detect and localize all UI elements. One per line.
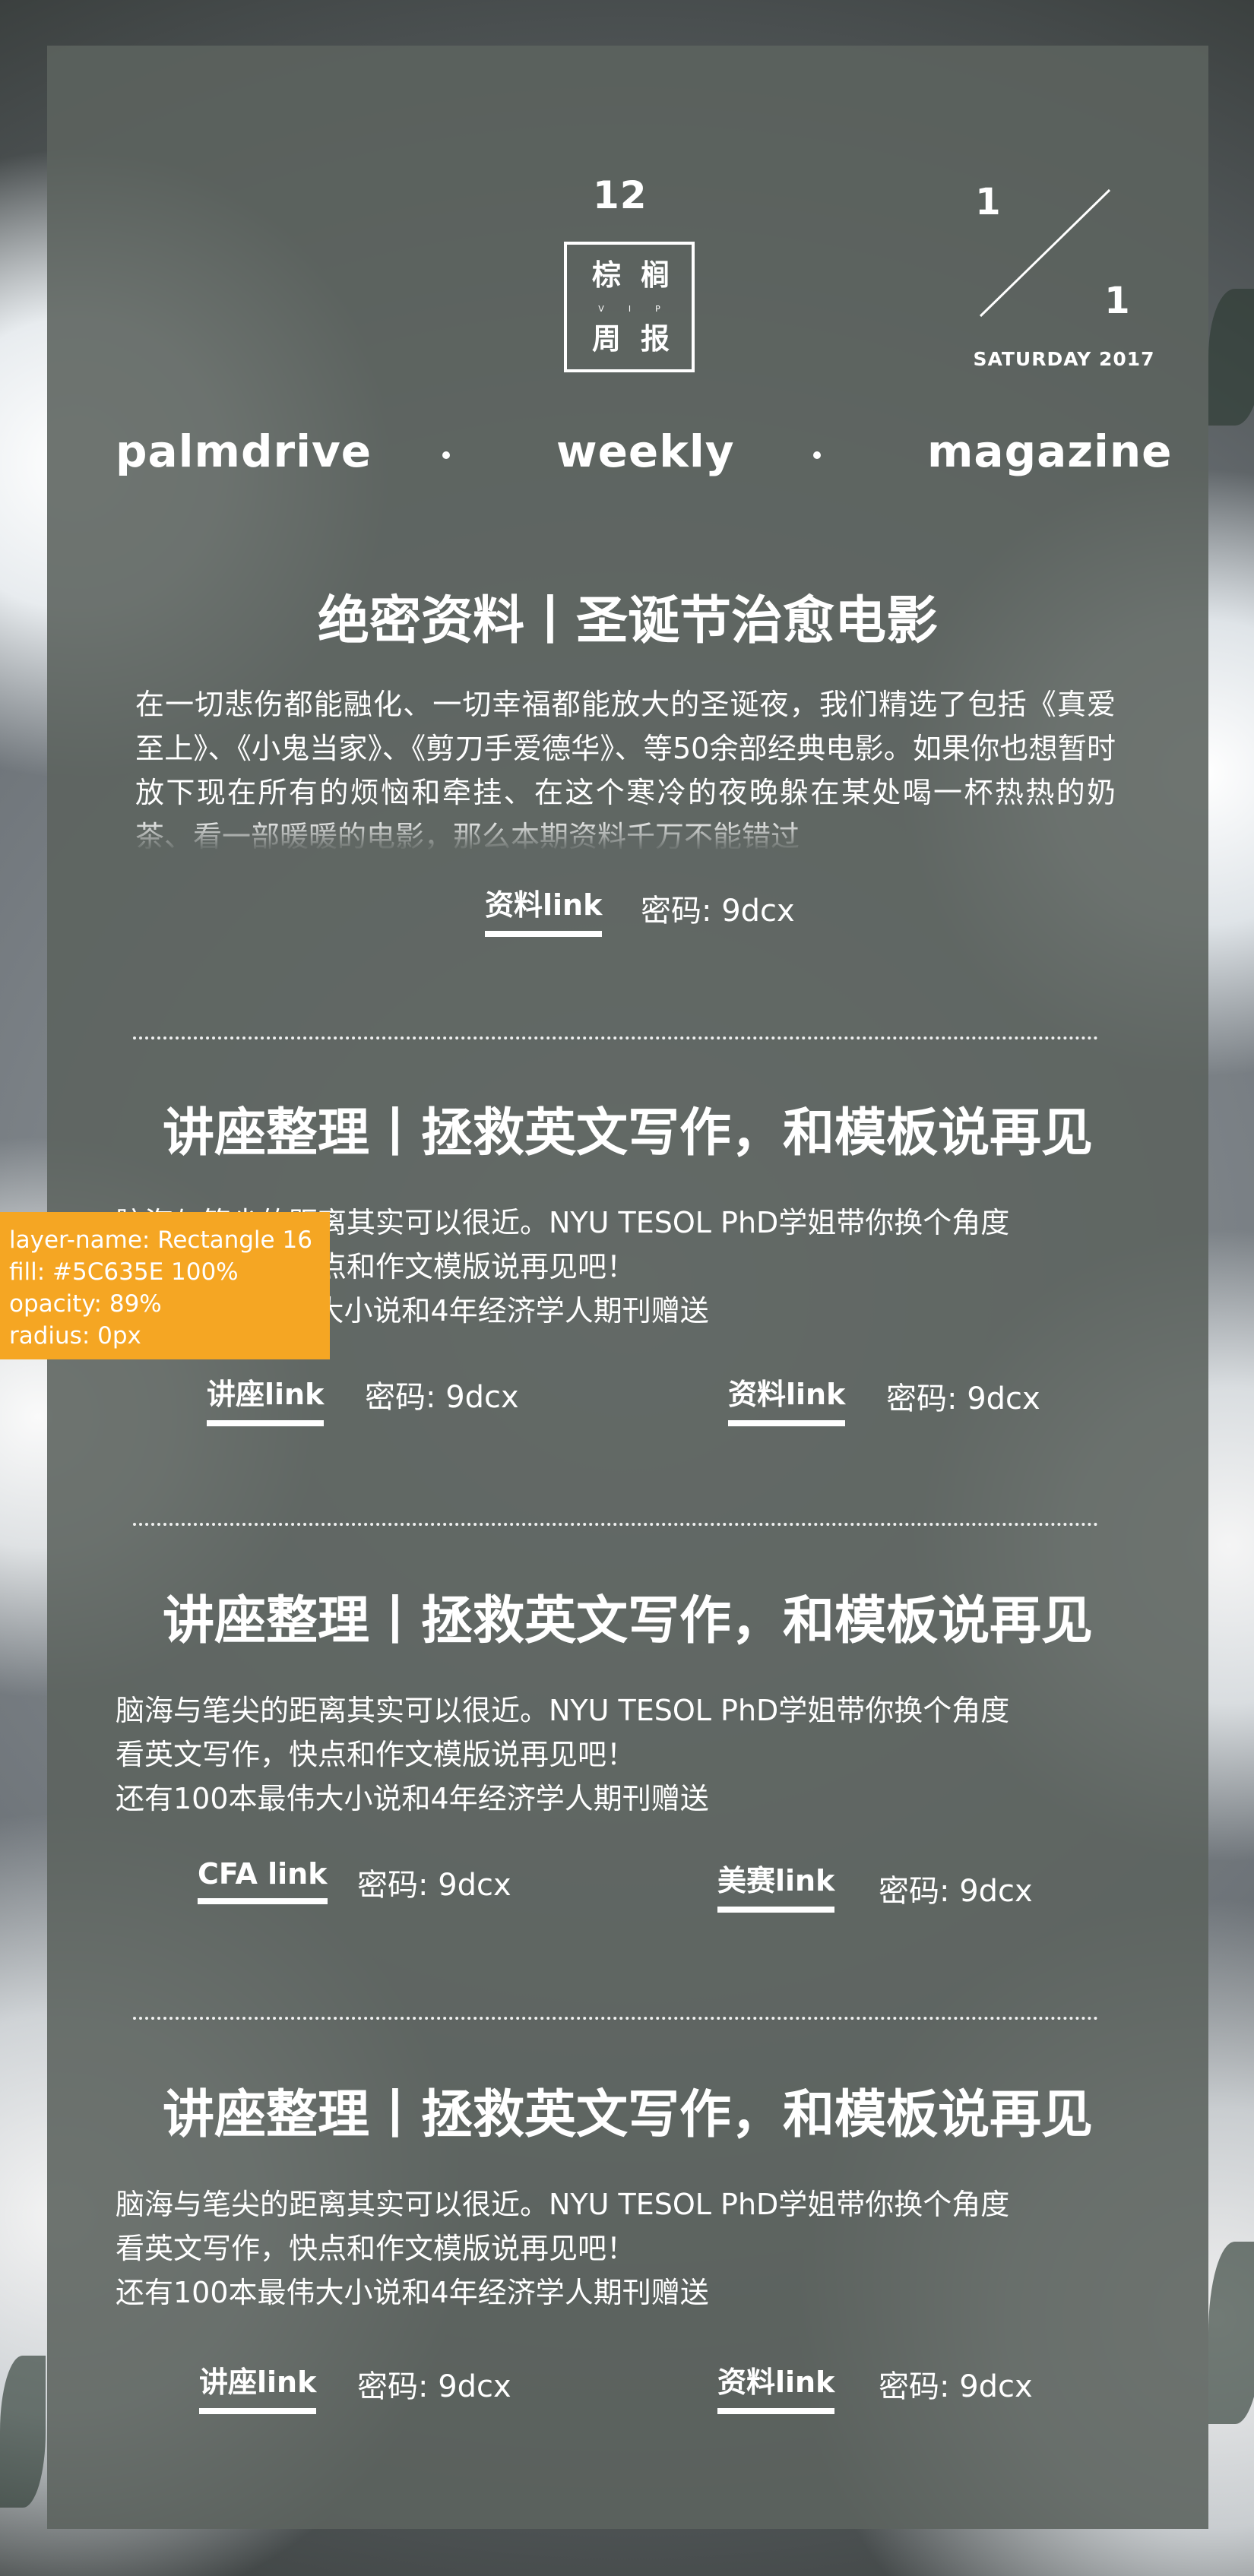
leaf-decoration: [0, 2356, 46, 2508]
dotted-divider: [133, 2017, 1098, 2020]
section-paragraph: 脑海与笔尖的距离其实可以很近。NYU TESOL PhD学姐带你换个角度 看英文…: [116, 1688, 1134, 1821]
paragraph-line: 看英文写作，快点和作文模版说再见吧！: [116, 2232, 636, 2265]
logo-char: 棕: [591, 258, 621, 292]
leaf-decoration: [1208, 2242, 1254, 2424]
issue-number: 12: [593, 173, 648, 217]
section-paragraph: 脑海与笔尖的距离其实可以很近。NYU TESOL PhD学姐带你换个角度 看英文…: [116, 2182, 1134, 2315]
brand-separator-dot: [442, 451, 450, 459]
section-title: 讲座整理丨拯救英文写作，和模板说再见: [162, 1103, 1093, 1163]
brand-palmdrive: palmdrive: [116, 426, 372, 477]
dotted-divider: [133, 1523, 1098, 1526]
resource-link[interactable]: 资料link: [717, 2359, 835, 2414]
brand-magazine: magazine: [927, 426, 1173, 477]
tooltip-layer-name: layer-name: Rectangle 16: [9, 1226, 312, 1254]
section-title: 讲座整理丨拯救英文写作，和模板说再见: [162, 1591, 1093, 1651]
leaf-decoration: [1208, 289, 1254, 426]
mcm-link[interactable]: 美赛link: [717, 1857, 835, 1913]
dotted-divider: [133, 1036, 1098, 1040]
date-slash-divider: [979, 188, 1111, 318]
paragraph-line: 脑海与笔尖的距离其实可以很近。NYU TESOL PhD学姐带你换个角度: [116, 2188, 1010, 2221]
paragraph-line: 还有100本最伟大小说和4年经济学人期刊赠送: [116, 1782, 709, 1815]
section-paragraph: 在一切悲伤都能融化、一切幸福都能放大的圣诞夜，我们精选了包括《真爱至上》、《小鬼…: [135, 688, 1116, 851]
logo-char: 报: [640, 322, 670, 356]
date-day: 1: [1104, 280, 1130, 322]
password-text: 密码: 9dcx: [641, 894, 795, 929]
lecture-link[interactable]: 讲座link: [207, 1371, 325, 1426]
logo-vip: VIP: [598, 304, 685, 314]
password-text: 密码: 9dcx: [879, 1874, 1033, 1909]
layer-inspector-tooltip: layer-name: Rectangle 16 fill: #5C635E 1…: [0, 1212, 330, 1359]
paragraph-line: 看英文写作，快点和作文模版说再见吧！: [116, 1738, 636, 1771]
password-text: 密码: 9dcx: [886, 1381, 1040, 1416]
password-text: 密码: 9dcx: [879, 2369, 1033, 2404]
resource-link[interactable]: 资料link: [728, 1371, 846, 1426]
paragraph-line: 脑海与笔尖的距离其实可以很近。NYU TESOL PhD学姐带你换个角度: [116, 1694, 1010, 1727]
password-text: 密码: 9dcx: [357, 2369, 511, 2404]
section-title: 讲座整理丨拯救英文写作，和模板说再见: [162, 2085, 1093, 2145]
password-text: 密码: 9dcx: [365, 1380, 519, 1415]
tooltip-radius: radius: 0px: [9, 1322, 141, 1350]
tooltip-opacity: opacity: 89%: [9, 1290, 162, 1318]
password-text: 密码: 9dcx: [357, 1868, 511, 1903]
brand-separator-dot: [813, 451, 821, 459]
tooltip-fill: fill: #5C635E 100%: [9, 1258, 239, 1286]
cfa-link[interactable]: CFA link: [198, 1857, 328, 1904]
brand-weekly: weekly: [556, 426, 735, 477]
section-title: 绝密资料丨圣诞节治愈电影: [317, 591, 938, 651]
lecture-link[interactable]: 讲座link: [199, 2359, 317, 2414]
palmdrive-logo: 棕 榈 VIP 周 报: [564, 242, 695, 372]
paragraph-line: 还有100本最伟大小说和4年经济学人期刊赠送: [116, 2276, 709, 2309]
date-weekday: SATURDAY 2017: [973, 348, 1155, 370]
resource-link[interactable]: 资料link: [485, 881, 603, 937]
logo-char: 榈: [640, 258, 670, 292]
logo-char: 周: [591, 322, 621, 356]
